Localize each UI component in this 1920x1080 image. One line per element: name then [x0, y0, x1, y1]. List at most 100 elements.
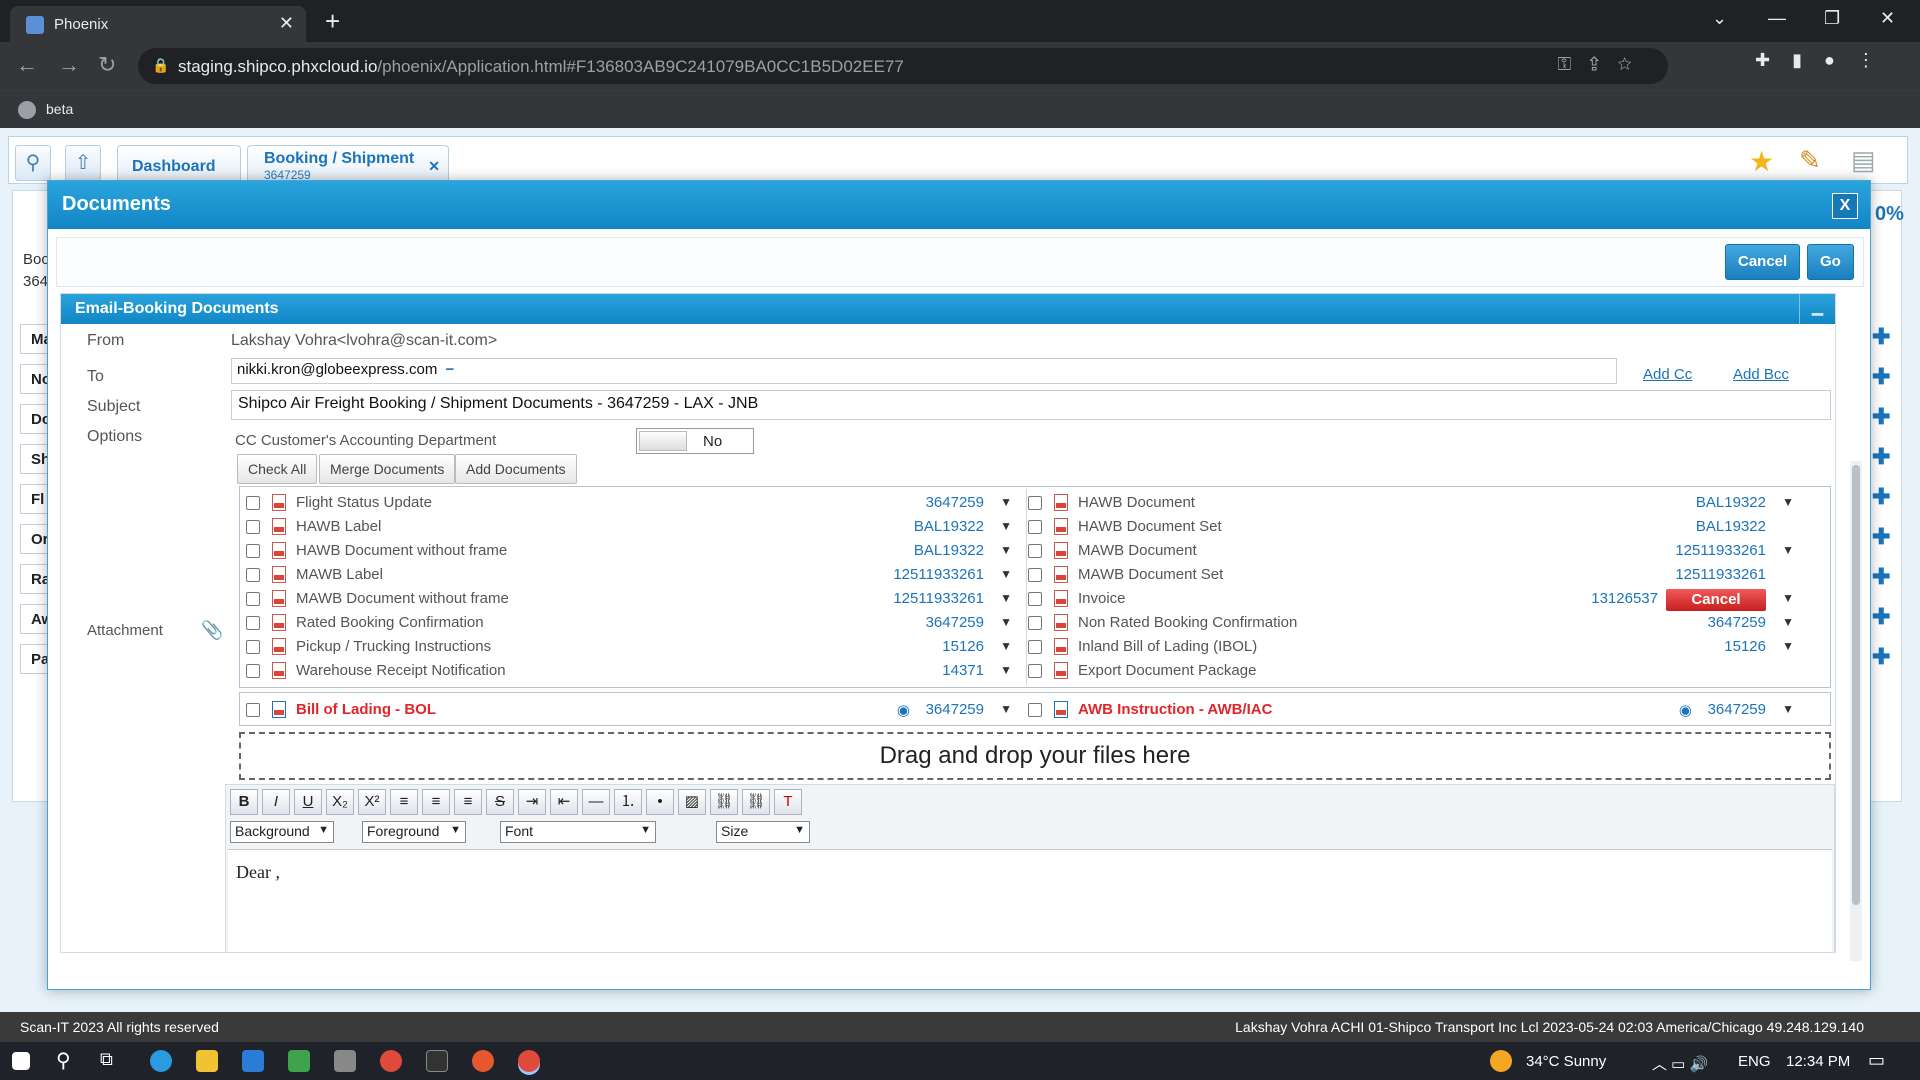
- browser-tab[interactable]: Phoenix ✕: [10, 6, 306, 42]
- add-icon[interactable]: ✚: [1872, 324, 1890, 350]
- forward-icon[interactable]: →: [58, 52, 80, 78]
- invoice-cancel-button[interactable]: Cancel: [1666, 589, 1766, 611]
- address-bar[interactable]: 🔒 staging.shipco.phxcloud.io/phoenix/App…: [138, 48, 1668, 84]
- scrollbar-thumb[interactable]: [1852, 465, 1860, 905]
- document-checkbox[interactable]: [1028, 520, 1042, 534]
- document-ref-link[interactable]: 3647259: [926, 494, 984, 511]
- document-ref-link[interactable]: 12511933261: [893, 566, 984, 583]
- document-ref-link[interactable]: 15126: [1724, 638, 1766, 655]
- font-select[interactable]: Font ▼: [500, 821, 656, 843]
- reload-icon[interactable]: ↻: [98, 52, 116, 78]
- document-ref-link[interactable]: 12511933261: [893, 590, 984, 607]
- document-checkbox[interactable]: [1028, 640, 1042, 654]
- tab-search-icon[interactable]: ⌄: [1712, 8, 1727, 29]
- document-checkbox[interactable]: [246, 496, 260, 510]
- dropdown-arrow-icon[interactable]: ▼: [1000, 495, 1012, 509]
- document-checkbox[interactable]: [1028, 544, 1042, 558]
- link-icon[interactable]: ⛓: [710, 789, 738, 815]
- app-icon[interactable]: [288, 1050, 310, 1072]
- tab-dashboard[interactable]: Dashboard: [117, 145, 241, 185]
- document-ref-link[interactable]: BAL19322: [914, 542, 984, 559]
- unlink-icon[interactable]: ⛓: [742, 789, 770, 815]
- document-checkbox[interactable]: [1028, 703, 1042, 717]
- pen-tool-icon[interactable]: ✎: [1799, 145, 1821, 176]
- document-checkbox[interactable]: [246, 640, 260, 654]
- cc-accounting-toggle[interactable]: No: [636, 428, 754, 454]
- underline-button[interactable]: U: [294, 789, 322, 815]
- add-icon[interactable]: ✚: [1872, 444, 1890, 470]
- file-dropzone[interactable]: Drag and drop your files here: [239, 732, 1831, 780]
- new-tab-icon[interactable]: +: [325, 6, 340, 37]
- dropdown-arrow-icon[interactable]: ▼: [1000, 519, 1012, 533]
- bookmark-beta[interactable]: beta: [46, 101, 73, 117]
- extensions-icons[interactable]: ✚▮●⋮: [1755, 50, 1897, 71]
- align-right-icon[interactable]: ≡: [454, 789, 482, 815]
- clock[interactable]: 12:34 PM: [1786, 1053, 1850, 1070]
- collapse-icon[interactable]: ▁: [1799, 294, 1835, 324]
- settings-icon[interactable]: [334, 1050, 356, 1072]
- dropdown-arrow-icon[interactable]: ▼: [1782, 543, 1794, 557]
- add-cc-link[interactable]: Add Cc: [1643, 366, 1692, 383]
- dropdown-arrow-icon[interactable]: ▼: [1000, 702, 1012, 716]
- ordered-list-icon[interactable]: ⒈: [614, 789, 642, 815]
- dropdown-arrow-icon[interactable]: ▼: [1782, 591, 1794, 605]
- go-button[interactable]: Go: [1807, 244, 1854, 280]
- document-checkbox[interactable]: [246, 520, 260, 534]
- document-ref-link[interactable]: 13126537: [1591, 590, 1658, 607]
- add-icon[interactable]: ✚: [1872, 404, 1890, 430]
- omnibox-icons[interactable]: ⚿⇪☆: [1557, 54, 1650, 75]
- edge-icon[interactable]: [150, 1050, 172, 1072]
- postman-icon[interactable]: [472, 1050, 494, 1072]
- outdent-icon[interactable]: ⇤: [550, 789, 578, 815]
- clipboard-icon[interactable]: ▤: [1851, 145, 1876, 176]
- strikethrough-button[interactable]: S: [486, 789, 514, 815]
- back-icon[interactable]: ←: [16, 52, 38, 78]
- indent-icon[interactable]: ⇥: [518, 789, 546, 815]
- close-window-icon[interactable]: ✕: [1880, 8, 1895, 29]
- horizontal-rule-icon[interactable]: —: [582, 789, 610, 815]
- foreground-select[interactable]: Foreground ▼: [362, 821, 466, 843]
- clear-format-icon[interactable]: T: [774, 789, 802, 815]
- notifications-icon[interactable]: ▭: [1868, 1050, 1885, 1071]
- check-all-button[interactable]: Check All: [237, 454, 318, 484]
- bold-button[interactable]: B: [230, 789, 258, 815]
- to-field[interactable]: nikki.kron@globeexpress.com −: [231, 358, 1617, 384]
- file-explorer-icon[interactable]: [196, 1050, 218, 1072]
- system-tray-icons[interactable]: ︿ ▭ 🔊: [1652, 1053, 1708, 1074]
- remove-recipient-icon[interactable]: −: [445, 361, 454, 378]
- dropdown-arrow-icon[interactable]: ▼: [1782, 615, 1794, 629]
- add-bcc-link[interactable]: Add Bcc: [1733, 366, 1789, 383]
- document-checkbox[interactable]: [1028, 664, 1042, 678]
- align-left-icon[interactable]: ≡: [390, 789, 418, 815]
- dropdown-arrow-icon[interactable]: ▼: [1000, 639, 1012, 653]
- document-ref-link[interactable]: 3647259: [1708, 614, 1766, 631]
- favorite-star-icon[interactable]: ★: [1749, 145, 1774, 178]
- subscript-button[interactable]: X₂: [326, 789, 354, 815]
- add-icon[interactable]: ✚: [1872, 484, 1890, 510]
- document-ref-link[interactable]: 3647259: [926, 701, 984, 718]
- add-icon[interactable]: ✚: [1872, 364, 1890, 390]
- vscode-icon[interactable]: [242, 1050, 264, 1072]
- dropdown-arrow-icon[interactable]: ▼: [1000, 663, 1012, 677]
- dropdown-arrow-icon[interactable]: ▼: [1000, 543, 1012, 557]
- dropdown-arrow-icon[interactable]: ▼: [1782, 702, 1794, 716]
- document-checkbox[interactable]: [1028, 496, 1042, 510]
- windows-start-icon[interactable]: [12, 1052, 30, 1070]
- dropdown-arrow-icon[interactable]: ▼: [1000, 567, 1012, 581]
- merge-documents-button[interactable]: Merge Documents: [319, 454, 456, 484]
- email-body-editor[interactable]: Dear ,: [228, 849, 1832, 952]
- dropdown-arrow-icon[interactable]: ▼: [1000, 615, 1012, 629]
- tab-booking-shipment[interactable]: Booking / Shipment 3647259 ✕: [247, 145, 449, 185]
- language-indicator[interactable]: ENG: [1738, 1053, 1771, 1070]
- dropdown-arrow-icon[interactable]: ▼: [1000, 591, 1012, 605]
- italic-button[interactable]: I: [262, 789, 290, 815]
- weather-text[interactable]: 34°C Sunny: [1526, 1053, 1606, 1070]
- add-icon[interactable]: ✚: [1872, 564, 1890, 590]
- document-ref-link[interactable]: 3647259: [926, 614, 984, 631]
- terminal-icon[interactable]: [426, 1050, 448, 1072]
- document-checkbox[interactable]: [246, 568, 260, 582]
- document-checkbox[interactable]: [246, 544, 260, 558]
- background-select[interactable]: Background ▼: [230, 821, 334, 843]
- close-tab-icon[interactable]: ✕: [279, 13, 294, 34]
- restore-icon[interactable]: ❐: [1824, 8, 1840, 29]
